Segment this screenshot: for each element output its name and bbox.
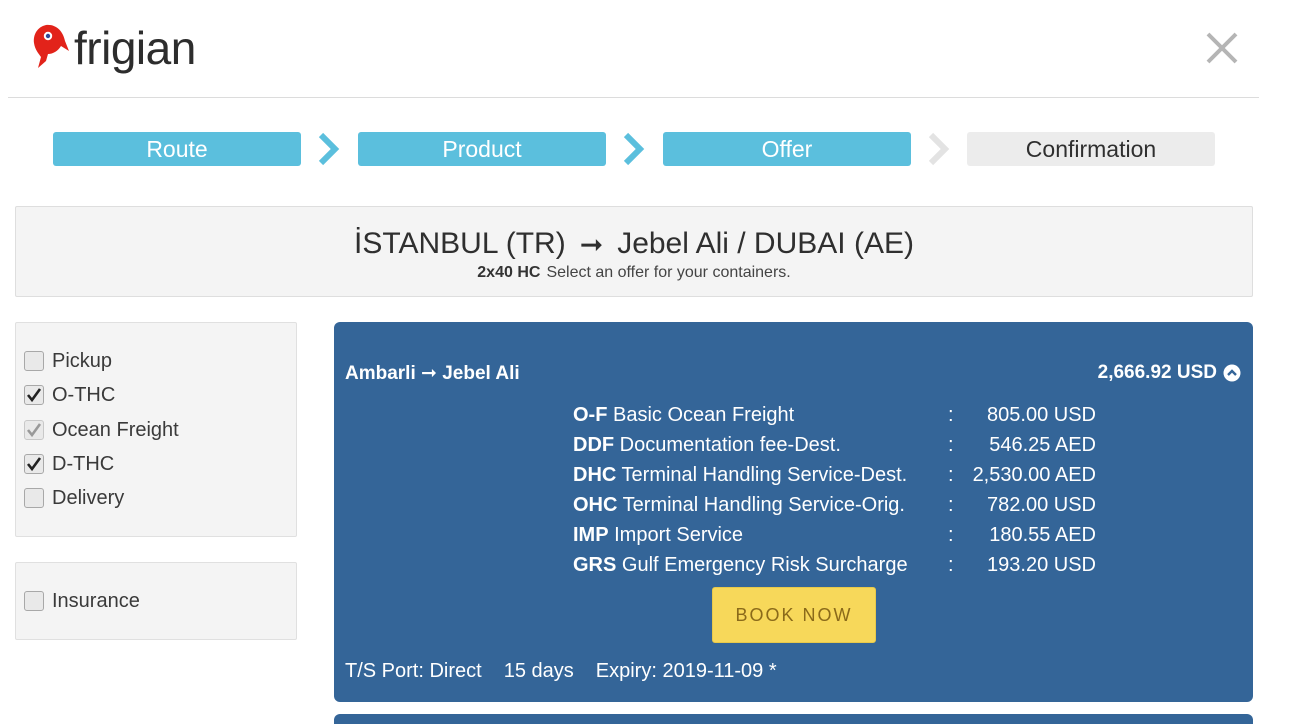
next-offer-card[interactable] (334, 714, 1253, 724)
step-product[interactable]: Product (358, 132, 606, 166)
route-summary: İSTANBUL (TR) ➞ Jebel Ali / DUBAI (AE) 2… (15, 206, 1253, 297)
checkbox[interactable] (24, 488, 44, 508)
charge-description: Terminal Handling Service-Orig. (622, 494, 905, 516)
filter-pickup[interactable]: Pickup (24, 348, 112, 374)
charge-code: IMP (573, 524, 609, 546)
charge-row: O-F Basic Ocean Freight : 805.00 USD (573, 404, 1103, 434)
charge-code: DHC (573, 464, 617, 486)
checkbox-checked[interactable] (24, 454, 44, 474)
route-subtitle: 2x40 HC Select an offer for your containe… (16, 264, 1252, 282)
close-icon[interactable] (1200, 26, 1244, 70)
checkmark-icon (26, 388, 42, 403)
header-divider (8, 97, 1259, 98)
checkbox-checked-disabled (24, 420, 44, 440)
filter-o-thc[interactable]: O-THC (24, 382, 115, 408)
filter-label: D-THC (52, 452, 115, 475)
checkmark-icon (26, 423, 42, 438)
offer-footer: T/S Port: Direct 15 days Expiry: 2019-11… (345, 660, 777, 683)
charge-description: Basic Ocean Freight (613, 404, 795, 426)
charge-separator: : (948, 404, 954, 426)
chevron-right-icon (318, 132, 340, 166)
charge-code: GRS (573, 554, 617, 576)
charges-list: O-F Basic Ocean Freight : 805.00 USD DDF… (573, 404, 1103, 584)
checkbox[interactable] (24, 351, 44, 371)
charge-description: Documentation fee-Dest. (619, 434, 841, 456)
charge-row: DHC Terminal Handling Service-Dest. : 2,… (573, 464, 1103, 494)
filter-label: Pickup (52, 349, 113, 372)
filter-label: O-THC (52, 383, 116, 406)
charge-description: Import Service (614, 524, 744, 546)
charge-separator: : (948, 494, 954, 516)
transit-time: 15 days (503, 660, 574, 682)
charge-code: DDF (573, 434, 615, 456)
logo-text: frigian (74, 22, 196, 74)
charge-row: GRS Gulf Emergency Risk Surcharge : 193.… (573, 554, 1103, 584)
step-confirmation[interactable]: Confirmation (967, 132, 1215, 166)
offer-total-toggle[interactable]: 2,666.92 USD (1098, 362, 1241, 384)
chevron-right-icon (928, 132, 950, 166)
charge-row: OHC Terminal Handling Service-Orig. : 78… (573, 494, 1103, 524)
container-count: 2x40 HC (477, 264, 541, 281)
filter-label: Ocean Freight (52, 418, 179, 441)
charge-amount: 180.55 AED (989, 524, 1096, 546)
filter-delivery[interactable]: Delivery (24, 485, 124, 511)
step-route[interactable]: Route (53, 132, 301, 166)
booking-stepper: Route Product Offer Confirmation (53, 132, 1215, 166)
book-now-button[interactable]: BOOK NOW (712, 587, 876, 643)
checkbox[interactable] (24, 591, 44, 611)
arrow-right-icon: ➞ (579, 228, 604, 260)
charge-description: Terminal Handling Service-Dest. (621, 464, 908, 486)
chevron-right-icon (623, 132, 645, 166)
charge-amount: 2,530.00 AED (972, 464, 1096, 486)
origin-label: İSTANBUL (TR) (354, 227, 566, 260)
offer-card: Ambarli ➞ Jebel Ali 2,666.92 USD O-F Bas… (334, 322, 1253, 702)
checkbox-checked[interactable] (24, 385, 44, 405)
offer-total-price: 2,666.92 USD (1097, 362, 1217, 383)
chevron-up-circle-icon[interactable] (1223, 364, 1241, 382)
filter-ocean-freight: Ocean Freight (24, 417, 179, 443)
filter-label: Delivery (52, 486, 125, 509)
route-title: İSTANBUL (TR) ➞ Jebel Ali / DUBAI (AE) (16, 227, 1252, 261)
charge-amount: 546.25 AED (989, 434, 1096, 456)
charge-code: OHC (573, 494, 618, 516)
charge-amount: 805.00 USD (987, 404, 1096, 426)
charge-description: Gulf Emergency Risk Surcharge (621, 554, 908, 576)
service-filter-panel: Pickup O-THC Ocean Freight D-THC Deliver… (15, 322, 297, 537)
expiry-date: Expiry: 2019-11-09 * (595, 660, 777, 682)
filter-label: Insurance (52, 589, 140, 612)
charge-amount: 193.20 USD (987, 554, 1096, 576)
filter-d-thc[interactable]: D-THC (24, 451, 114, 477)
offer-route: Ambarli ➞ Jebel Ali (345, 363, 520, 384)
ts-port: T/S Port: Direct (345, 660, 482, 682)
charge-amount: 782.00 USD (987, 494, 1096, 516)
charge-separator: : (948, 434, 954, 456)
charge-row: IMP Import Service : 180.55 AED (573, 524, 1103, 554)
instruction-text: Select an offer for your containers. (546, 264, 791, 281)
charge-separator: : (948, 524, 954, 546)
step-offer[interactable]: Offer (663, 132, 911, 166)
charge-separator: : (948, 464, 954, 486)
charge-row: DDF Documentation fee-Dest. : 546.25 AED (573, 434, 1103, 464)
frigian-logo[interactable]: frigian (32, 20, 196, 76)
destination-label: Jebel Ali / DUBAI (AE) (617, 227, 914, 260)
checkmark-icon (26, 457, 42, 472)
charge-separator: : (948, 554, 954, 576)
charge-code: O-F (573, 404, 608, 426)
parrot-logo-icon (33, 24, 69, 68)
extras-filter-panel: Insurance (15, 562, 297, 640)
filter-insurance[interactable]: Insurance (24, 588, 140, 614)
